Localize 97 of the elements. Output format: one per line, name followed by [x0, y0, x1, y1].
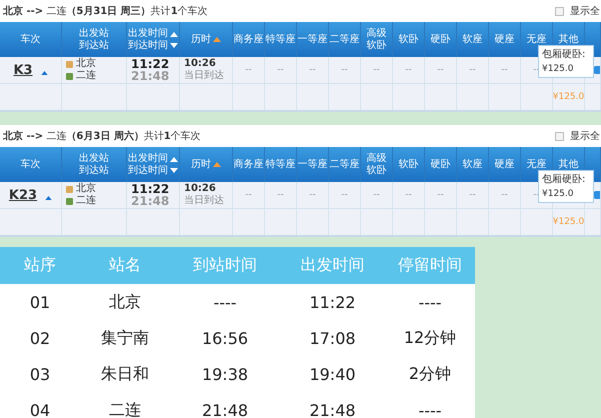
column-header[interactable]: 软座: [462, 34, 482, 46]
column-header[interactable]: 一等座: [298, 34, 328, 46]
table-cell-text: 集宁南: [100, 328, 150, 348]
train-number[interactable]: K23: [8, 188, 38, 202]
column-header[interactable]: 二等座: [330, 34, 360, 46]
column-header: 到站时间: [192, 255, 258, 276]
column-header[interactable]: 出发时间 到达时间: [128, 28, 168, 52]
seat-availability: --: [245, 65, 252, 75]
column-header[interactable]: 软卧: [398, 158, 418, 170]
table-cell-text: 01: [28, 292, 52, 312]
table-cell-text: ----: [212, 292, 238, 312]
table-cell-text: 2分钟: [408, 364, 452, 384]
table-cell-text: 21:48: [200, 400, 250, 418]
seat-availability: --: [341, 65, 348, 75]
column-header[interactable]: 其他: [558, 34, 578, 46]
column-header[interactable]: 出发站 到达站: [79, 152, 109, 176]
show-all-label: 显示全: [570, 5, 601, 18]
departure-station: 北京: [76, 183, 96, 195]
table-cell-text: 16:56: [200, 328, 250, 348]
seat-availability: --: [437, 65, 444, 75]
arrival-station: 二连: [76, 195, 96, 207]
column-header[interactable]: 高级 软卧: [366, 152, 386, 176]
table-cell-text: 03: [28, 364, 52, 384]
seat-availability: --: [469, 190, 476, 200]
column-header[interactable]: 软卧: [398, 34, 418, 46]
column-header[interactable]: 商务座: [234, 158, 264, 170]
duration: 10:26: [184, 183, 216, 194]
duration: 10:26: [184, 58, 216, 70]
table-cell-text: 21:48: [308, 400, 357, 418]
search-summary: 北京 --> 二连（6月3日 周六）共计1个车次: [3, 129, 201, 143]
column-header[interactable]: 硬座: [494, 34, 514, 46]
column-header: 停留时间: [397, 255, 463, 276]
table-cell-text: 19:40: [308, 364, 357, 384]
departure-station: 北京: [76, 58, 96, 70]
column-header[interactable]: 车次: [20, 158, 40, 170]
table-cell-text: 02: [28, 328, 52, 348]
seat-availability: --: [405, 65, 412, 75]
arrival-station: 二连: [76, 70, 96, 82]
table-cell-text: 二连: [108, 400, 142, 418]
column-header[interactable]: 商务座: [234, 34, 264, 46]
table-cell-text: 04: [28, 400, 52, 418]
tooltip-label: 包厢硬卧:: [542, 174, 586, 186]
column-header[interactable]: 高级 软卧: [366, 28, 386, 52]
seat-availability: --: [341, 190, 348, 200]
column-header[interactable]: 硬卧: [430, 158, 450, 170]
seat-availability: --: [437, 190, 444, 200]
column-header[interactable]: 硬卧: [430, 34, 450, 46]
column-header[interactable]: 无座: [526, 158, 546, 170]
price: ¥125.0: [552, 92, 584, 102]
arrival-note: 当日到达: [184, 195, 224, 207]
column-header: 站序: [23, 255, 57, 276]
seat-availability: --: [277, 65, 284, 75]
show-all-label: 显示全: [570, 130, 601, 143]
seat-availability: --: [277, 190, 284, 200]
seat-availability: --: [373, 65, 380, 75]
table-cell-text: 朱日和: [100, 364, 150, 384]
table-cell-text: ----: [417, 400, 443, 418]
column-header[interactable]: 特等座: [266, 34, 296, 46]
column-header: 站名: [108, 255, 142, 276]
table-cell-text: ----: [417, 292, 443, 312]
seat-availability: --: [373, 190, 380, 200]
tooltip-label: 包厢硬卧:: [542, 48, 586, 60]
table-cell-text: 12分钟: [402, 328, 458, 348]
seat-availability: --: [469, 65, 476, 75]
arrival-time: 21:48: [131, 195, 170, 207]
seat-availability: --: [501, 65, 508, 75]
column-header[interactable]: 历时: [191, 158, 211, 170]
seat-availability: --: [405, 190, 412, 200]
tooltip-price: ¥125.0: [542, 188, 574, 200]
column-header[interactable]: 硬座: [494, 158, 514, 170]
seat-availability: --: [309, 65, 316, 75]
column-header[interactable]: 一等座: [298, 158, 328, 170]
column-header[interactable]: 二等座: [330, 158, 360, 170]
column-header[interactable]: 软座: [462, 158, 482, 170]
departure-time: 11:22: [131, 58, 170, 70]
departure-time: 11:22: [131, 183, 170, 195]
column-header[interactable]: 历时: [191, 34, 211, 46]
arrival-note: 当日到达: [184, 70, 224, 82]
table-cell-text: 北京: [108, 292, 142, 312]
table-cell-text: 19:38: [200, 364, 250, 384]
seat-availability: --: [501, 190, 508, 200]
column-header[interactable]: 无座: [526, 34, 546, 46]
column-header[interactable]: 车次: [20, 34, 40, 46]
train-number[interactable]: K3: [13, 62, 33, 78]
column-header[interactable]: 出发时间 到达时间: [128, 152, 168, 176]
column-header[interactable]: 特等座: [266, 158, 296, 170]
tooltip-price: ¥125.0: [542, 62, 574, 74]
column-header[interactable]: 出发站 到达站: [79, 28, 109, 52]
seat-availability: --: [245, 190, 252, 200]
table-cell-text: 11:22: [308, 292, 357, 312]
search-summary: 北京 --> 二连（5月31日 周三）共计1个车次: [3, 4, 208, 18]
column-header: 出发时间: [300, 255, 366, 276]
price: ¥125.0: [552, 217, 584, 227]
arrival-time: 21:48: [131, 70, 170, 82]
table-cell-text: 17:08: [308, 328, 357, 348]
column-header[interactable]: 其他: [558, 158, 578, 170]
seat-availability: --: [309, 190, 316, 200]
